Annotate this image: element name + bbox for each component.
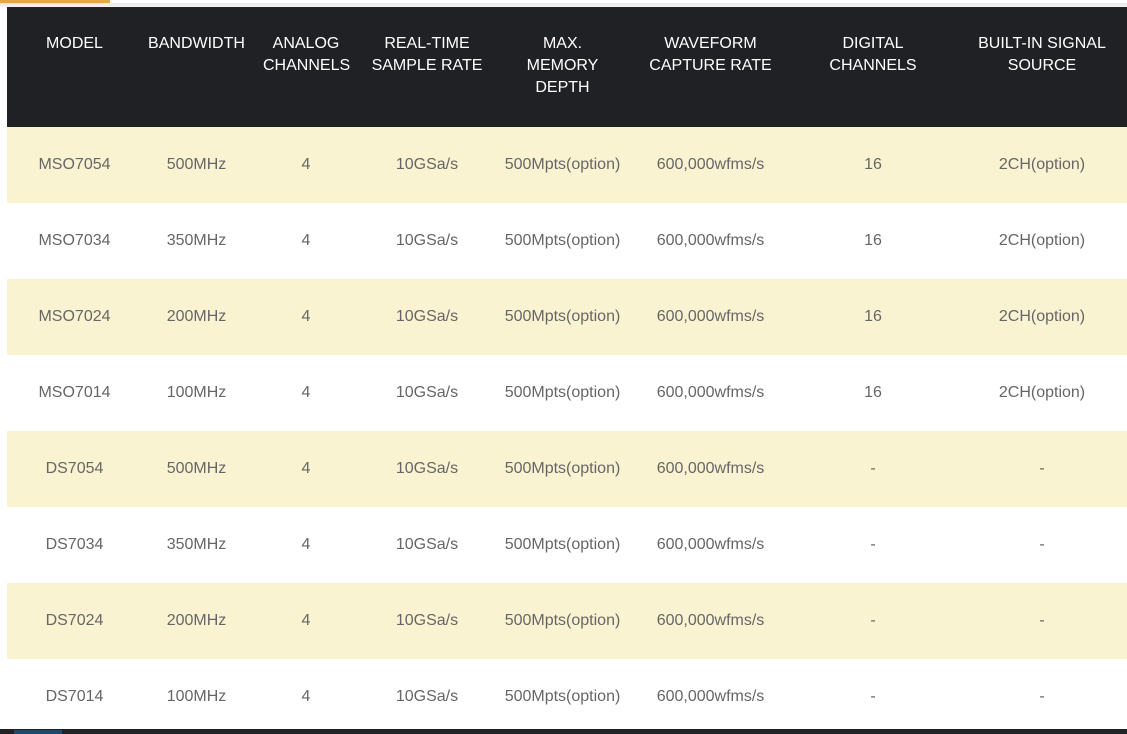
cell-capture-rate: 600,000wfms/s: [656, 612, 765, 629]
cell-sample-rate: 10GSa/s: [395, 384, 459, 401]
cell-model: MSO7034: [38, 232, 111, 249]
cell-signal-source: 2CH(option): [998, 232, 1086, 249]
cell-signal-source: -: [1039, 460, 1045, 477]
cell-capture-rate: 600,000wfms/s: [656, 688, 765, 705]
cell-capture-rate: 600,000wfms/s: [656, 384, 765, 401]
cell-memory-depth: 500Mpts(option): [504, 232, 621, 249]
cell-sample-rate: 10GSa/s: [395, 688, 459, 705]
cell-digital-channels: -: [870, 460, 876, 477]
table-row: MSO7054 500MHz 4 10GSa/s 500Mpts(option) 600,…: [7, 127, 1127, 203]
cell-analog-channels: 4: [301, 460, 311, 477]
cell-bandwidth: 350MHz: [166, 232, 227, 249]
cell-digital-channels: 16: [864, 232, 882, 249]
cell-model: MSO7024: [38, 308, 111, 325]
cell-signal-source: -: [1039, 688, 1045, 705]
cell-model: DS7054: [45, 460, 104, 477]
cell-signal-source: 2CH(option): [998, 156, 1086, 173]
cell-bandwidth: 200MHz: [166, 612, 227, 629]
cell-memory-depth: 500Mpts(option): [504, 460, 621, 477]
cell-sample-rate: 10GSa/s: [395, 156, 459, 173]
table-body: MSO7054 500MHz 4 10GSa/s 500Mpts(option) 600,…: [7, 127, 1127, 729]
header-bandwidth: BANDWIDTH: [148, 35, 245, 52]
cell-sample-rate: 10GSa/s: [395, 460, 459, 477]
cell-model: MSO7054: [38, 156, 111, 173]
cell-digital-channels: 16: [864, 308, 882, 325]
cell-bandwidth: 100MHz: [166, 384, 227, 401]
table-header: MODEL BANDWIDTH ANALOG CHANNELS REAL-TIM…: [7, 7, 1127, 127]
cell-digital-channels: -: [870, 688, 876, 705]
table-row: DS7014 100MHz 4 10GSa/s 500Mpts(option) 600,0…: [7, 659, 1127, 729]
table-row: MSO7034 350MHz 4 10GSa/s 500Mpts(option) 600,…: [7, 203, 1127, 279]
header-memory-depth: MAX. MEMORY DEPTH: [526, 35, 599, 96]
table-row: DS7034 350MHz 4 10GSa/s 500Mpts(option) 600,0…: [7, 507, 1127, 583]
cell-memory-depth: 500Mpts(option): [504, 384, 621, 401]
cell-analog-channels: 4: [301, 308, 311, 325]
cell-analog-channels: 4: [301, 536, 311, 553]
cell-capture-rate: 600,000wfms/s: [656, 536, 765, 553]
bottom-accent: [14, 730, 62, 734]
cell-capture-rate: 600,000wfms/s: [656, 232, 765, 249]
cell-signal-source: 2CH(option): [998, 384, 1086, 401]
cell-memory-depth: 500Mpts(option): [504, 688, 621, 705]
cell-signal-source: 2CH(option): [998, 308, 1086, 325]
cell-model: MSO7014: [38, 384, 111, 401]
cell-signal-source: -: [1039, 536, 1045, 553]
cell-capture-rate: 600,000wfms/s: [656, 156, 765, 173]
cell-sample-rate: 10GSa/s: [395, 536, 459, 553]
specs-table: MODEL BANDWIDTH ANALOG CHANNELS REAL-TIM…: [7, 7, 1127, 729]
cell-memory-depth: 500Mpts(option): [504, 612, 621, 629]
cell-digital-channels: -: [870, 536, 876, 553]
cell-digital-channels: -: [870, 612, 876, 629]
header-capture-rate: WAVEFORM CAPTURE RATE: [649, 35, 772, 74]
cell-model: DS7034: [45, 536, 104, 553]
header-model: MODEL: [46, 35, 103, 52]
header-digital-channels: DIGITAL CHANNELS: [829, 35, 917, 74]
cell-analog-channels: 4: [301, 232, 311, 249]
cell-analog-channels: 4: [301, 384, 311, 401]
cell-bandwidth: 200MHz: [166, 308, 227, 325]
header-sample-rate: REAL-TIME SAMPLE RATE: [371, 35, 483, 74]
cell-memory-depth: 500Mpts(option): [504, 308, 621, 325]
cell-sample-rate: 10GSa/s: [395, 308, 459, 325]
cell-bandwidth: 100MHz: [166, 688, 227, 705]
cell-bandwidth: 500MHz: [166, 156, 227, 173]
cell-bandwidth: 350MHz: [166, 536, 227, 553]
cell-analog-channels: 4: [301, 156, 311, 173]
bottom-bar: [0, 729, 1127, 734]
specs-table-container: MODEL BANDWIDTH ANALOG CHANNELS REAL-TIM…: [7, 7, 1127, 729]
cell-signal-source: -: [1039, 612, 1045, 629]
cell-capture-rate: 600,000wfms/s: [656, 460, 765, 477]
cell-digital-channels: 16: [864, 384, 882, 401]
cell-bandwidth: 500MHz: [166, 460, 227, 477]
cell-digital-channels: 16: [864, 156, 882, 173]
table-row: DS7054 500MHz 4 10GSa/s 500Mpts(option) 600,0…: [7, 431, 1127, 507]
cell-memory-depth: 500Mpts(option): [504, 536, 621, 553]
header-analog-channels: ANALOG CHANNELS: [263, 35, 351, 74]
cell-memory-depth: 500Mpts(option): [504, 156, 621, 173]
table-row: MSO7014 100MHz 4 10GSa/s 500Mpts(option) 600,…: [7, 355, 1127, 431]
cell-model: DS7014: [45, 688, 104, 705]
cell-analog-channels: 4: [301, 612, 311, 629]
table-row: MSO7024 200MHz 4 10GSa/s 500Mpts(option) 600,…: [7, 279, 1127, 355]
cell-model: DS7024: [45, 612, 104, 629]
header-signal-source: BUILT-IN SIGNAL SOURCE: [978, 35, 1106, 74]
cell-analog-channels: 4: [301, 688, 311, 705]
cell-sample-rate: 10GSa/s: [395, 232, 459, 249]
header-row: MODEL BANDWIDTH ANALOG CHANNELS REAL-TIM…: [7, 7, 1127, 127]
table-row: DS7024 200MHz 4 10GSa/s 500Mpts(option) 600,0…: [7, 583, 1127, 659]
cell-sample-rate: 10GSa/s: [395, 612, 459, 629]
cell-capture-rate: 600,000wfms/s: [656, 308, 765, 325]
